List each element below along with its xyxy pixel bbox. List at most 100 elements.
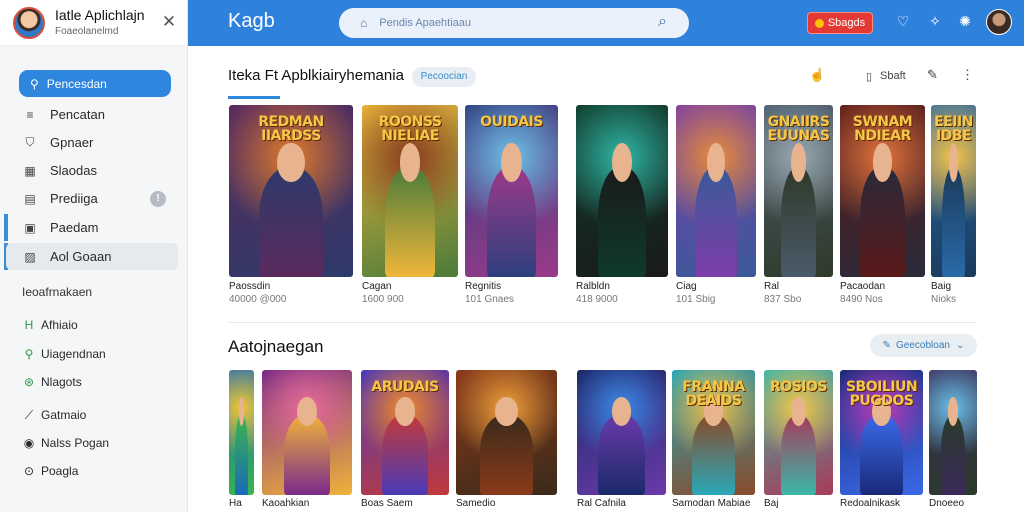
sidebar-link-nalss-pogan[interactable]: ◉ Nalss Pogan	[22, 433, 109, 453]
game-title[interactable]: Baig	[931, 281, 951, 292]
game-title[interactable]: Ciag	[676, 281, 697, 292]
search-input[interactable]: Pendis Apaehtiaau	[379, 17, 471, 29]
game-title[interactable]: Dnoeeo	[929, 498, 964, 509]
game-title[interactable]: Samodan Mabiae	[672, 498, 750, 509]
bookmark-icon[interactable]: ▯	[866, 70, 872, 83]
character-art	[598, 397, 645, 495]
sidebar-link-gatmaio[interactable]: ⟋ Gatmaio	[22, 405, 87, 425]
game-card[interactable]	[577, 370, 666, 495]
sidebar-item-slaodas[interactable]: ▦ Slaodas	[6, 157, 178, 184]
character-art	[695, 142, 737, 277]
game-logo-text: ROSIOS	[770, 379, 827, 395]
character-art	[283, 397, 331, 495]
sidebar-link-afhiaio[interactable]: H Afhiaio	[22, 315, 78, 335]
sidebar-item-prediiga[interactable]: ▤ Prediiga !	[6, 185, 178, 212]
heart-icon[interactable]: ♡	[894, 13, 912, 30]
game-meta: 40000 @000	[229, 294, 287, 305]
gamepad-icon: ⊛	[23, 375, 35, 389]
sidebar-item-paedam[interactable]: ▣ Paedam	[6, 214, 178, 241]
game-meta: 837 Sbo	[764, 294, 802, 305]
game-title[interactable]: Kaoahkian	[262, 498, 309, 509]
game-card[interactable]: EEIIN IDBE	[931, 105, 976, 277]
sidebar-link-label: Afhiaio	[41, 318, 78, 332]
game-card[interactable]: ARUDAIS	[361, 370, 449, 495]
search-bar[interactable]: ⌂ Pendis Apaehtiaau ⌕	[339, 8, 689, 38]
sidebar-item-label: Paedam	[50, 220, 99, 235]
game-card[interactable]: REDMAN IIARDSS	[229, 105, 353, 277]
close-icon[interactable]: ✕	[161, 12, 177, 32]
sidebar-link-label: Gatmaio	[41, 408, 87, 422]
game-logo-text: REDMAN IIARDSS	[258, 114, 324, 144]
user-icon: ◉	[23, 436, 35, 450]
character-art	[780, 397, 817, 495]
info-badge: !	[150, 190, 166, 207]
game-card[interactable]: SBOILIUN PUGDOS	[840, 370, 923, 495]
brush-icon[interactable]: ✎	[927, 67, 938, 83]
brand-logo[interactable]: Kagb	[228, 10, 275, 33]
sidebar-item-active[interactable]: ⚲ Pencesdan	[19, 70, 171, 97]
sidebar-item-aol-goaan[interactable]: ▨ Aol Goaan	[6, 243, 178, 270]
search-icon[interactable]: ⌕	[658, 13, 667, 31]
sidebar-header: Iatle Aplichlajn Foaeolanelmd	[0, 0, 187, 46]
game-card[interactable]	[676, 105, 756, 277]
game-card[interactable]: SWNAM NDIEAR	[840, 105, 925, 277]
game-title[interactable]: Ral Cafnila	[577, 498, 626, 509]
save-label[interactable]: Sbaft	[880, 70, 906, 82]
game-title[interactable]: Ralbldn	[576, 281, 610, 292]
game-card[interactable]: OUIDAIS	[465, 105, 558, 277]
sidebar-link-label: Poagla	[41, 464, 79, 478]
game-meta: 418 9000	[576, 294, 618, 305]
primary-action-button[interactable]: Sbagds	[807, 12, 873, 34]
game-card[interactable]: FRANNA DEAIDS	[672, 370, 755, 495]
game-title[interactable]: Baj	[764, 498, 778, 509]
avatar[interactable]	[13, 6, 45, 39]
game-title[interactable]: Ral	[764, 281, 779, 292]
game-meta: 101 Gnaes	[465, 294, 514, 305]
profile-avatar[interactable]	[986, 9, 1012, 35]
list-icon: ≡	[26, 107, 34, 122]
sidebar-link-nlagots[interactable]: ⊛ Nlagots	[22, 372, 82, 392]
character-art	[859, 397, 904, 495]
filter-dropdown[interactable]: ✎ Geecobloan ⌄	[870, 334, 977, 357]
game-card[interactable]: ROONSS NIELIAE	[362, 105, 458, 277]
chevron-down-icon: ⌄	[955, 340, 965, 351]
sidebar-link-label: Uiagendnan	[41, 347, 106, 361]
character-art	[480, 397, 533, 495]
badge-dot-icon	[814, 18, 824, 28]
game-card[interactable]	[262, 370, 352, 495]
sidebar-item-gpnaer[interactable]: ⛉ Gpnaer	[6, 129, 178, 156]
game-card[interactable]	[456, 370, 557, 495]
sparkle-icon[interactable]: ✧	[926, 13, 944, 30]
more-icon[interactable]: ⋮	[961, 67, 974, 83]
lightbulb-icon[interactable]: ✺	[956, 13, 974, 30]
game-title[interactable]: Paossdin	[229, 281, 270, 292]
character-art	[385, 142, 435, 277]
sidebar-link-uiagendnan[interactable]: ⚲ Uiagendnan	[22, 344, 106, 364]
game-title[interactable]: Samedio	[456, 498, 495, 509]
game-logo-text: ROONSS NIELIAE	[378, 114, 442, 144]
character-art	[598, 142, 646, 277]
game-card[interactable]	[576, 105, 668, 277]
game-card[interactable]	[929, 370, 977, 495]
wand-icon: ⟋	[24, 407, 34, 422]
game-title[interactable]: Cagan	[362, 281, 391, 292]
sidebar: Iatle Aplichlajn Foaeolanelmd ✕ ⚲ Pences…	[0, 0, 188, 512]
game-title[interactable]: Ha	[229, 498, 242, 509]
game-title[interactable]: Pacaodan	[840, 281, 885, 292]
thumbs-up-icon[interactable]: ☝	[809, 67, 825, 83]
game-card[interactable]: GNAIIRS EUUNAS	[764, 105, 833, 277]
sidebar-section-heading: Ieoafrnakaen	[22, 285, 93, 299]
sidebar-link-poagla[interactable]: ⊙ Poagla	[22, 461, 78, 481]
circle-icon: ⊙	[23, 464, 35, 478]
game-title[interactable]: Redoalnikask	[840, 498, 900, 509]
game-card[interactable]: ROSIOS	[764, 370, 833, 495]
section-chip[interactable]: Pecoocian	[412, 67, 476, 87]
game-logo-text: OUIDAIS	[480, 114, 543, 130]
game-logo-text: ARUDAIS	[371, 379, 439, 395]
game-title[interactable]: Boas Saem	[361, 498, 413, 509]
game-card[interactable]	[229, 370, 254, 495]
game-title[interactable]: Regnitis	[465, 281, 501, 292]
sidebar-item-pencatan[interactable]: ≡ Pencatan	[6, 101, 178, 128]
game-logo-text: SWNAM NDIEAR	[852, 114, 913, 144]
game-meta: 1600 900	[362, 294, 404, 305]
